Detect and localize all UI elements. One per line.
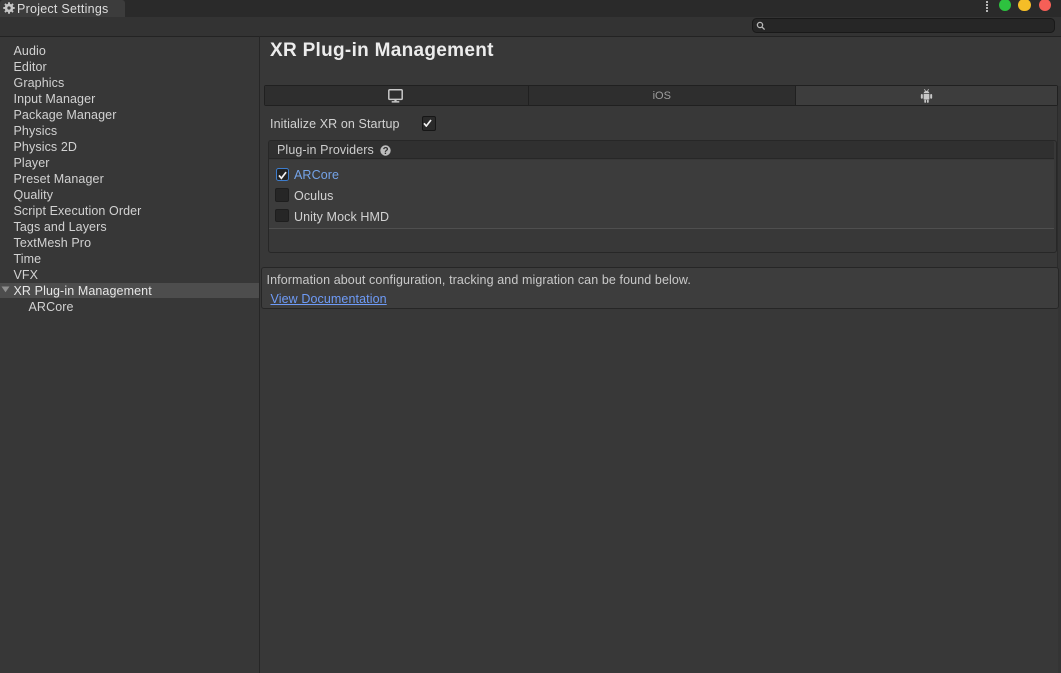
svg-text:?: ? <box>383 146 389 156</box>
